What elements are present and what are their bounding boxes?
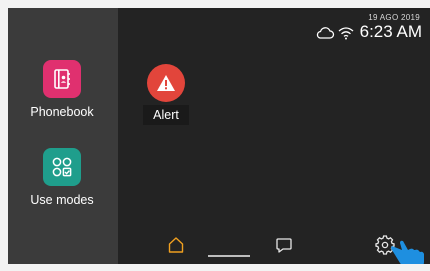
use-modes-label: Use modes [30, 193, 94, 207]
phonebook-app[interactable]: Phonebook [22, 60, 102, 119]
phonebook-icon [43, 60, 81, 98]
wifi-icon [338, 27, 354, 40]
chat-icon [276, 238, 292, 253]
status-date: 19 AGO 2019 [368, 13, 420, 22]
alert-label: Alert [143, 105, 189, 125]
alert-icon [147, 64, 185, 102]
use-modes-icon [43, 148, 81, 186]
alert-app[interactable]: Alert [126, 64, 206, 125]
home-button[interactable] [164, 234, 188, 256]
sidebar: Phonebook Use modes [8, 8, 118, 264]
use-modes-app[interactable]: Use modes [22, 148, 102, 207]
status-bar: 19 AGO 2019 6:23 AM [315, 11, 422, 42]
pointing-hand-icon [391, 240, 424, 264]
phonebook-label: Phonebook [30, 105, 94, 119]
chat-button[interactable] [272, 234, 296, 256]
home-indicator [208, 255, 250, 257]
status-time: 6:23 AM [359, 22, 422, 41]
bottom-nav-bar [118, 224, 430, 264]
device-screen: Phonebook Use modes Alert 19 AGO 2019 6:… [8, 8, 430, 264]
cloud-icon [316, 27, 334, 39]
home-icon [168, 237, 184, 253]
